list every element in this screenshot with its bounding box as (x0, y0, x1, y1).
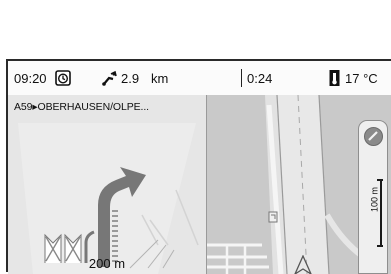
clock-time: 09:20 (14, 70, 47, 86)
vehicle-position-icon (294, 255, 312, 274)
clock-icon (55, 61, 71, 95)
turn-right-arrow-icon (18, 123, 199, 274)
outside-temperature: 17 °C (345, 70, 378, 86)
nav-screen: 09:20 2.9 km 0:24 17 °C A59▸OBERHAUSEN/O… (6, 59, 391, 274)
status-bar: 09:20 2.9 km 0:24 17 °C (8, 61, 391, 96)
distance-unit: km (151, 70, 169, 86)
thermometer-icon (328, 61, 342, 95)
map-scale-panel[interactable]: 100 m (358, 120, 388, 274)
route-distance-icon (101, 61, 119, 95)
remaining-time: 0:24 (247, 70, 273, 86)
distance-to-turn: 200 m (88, 256, 126, 271)
map-scale-label: 100 m (369, 187, 380, 213)
status-divider (241, 69, 242, 87)
turn-guidance-panel: A59▸OBERHAUSEN/OLPE... 200 m (8, 95, 207, 274)
distance-value: 2.9 (121, 70, 140, 86)
compass-icon[interactable] (364, 127, 383, 146)
map-view[interactable]: 100 m (207, 95, 391, 274)
map-scale-bar (377, 179, 383, 247)
